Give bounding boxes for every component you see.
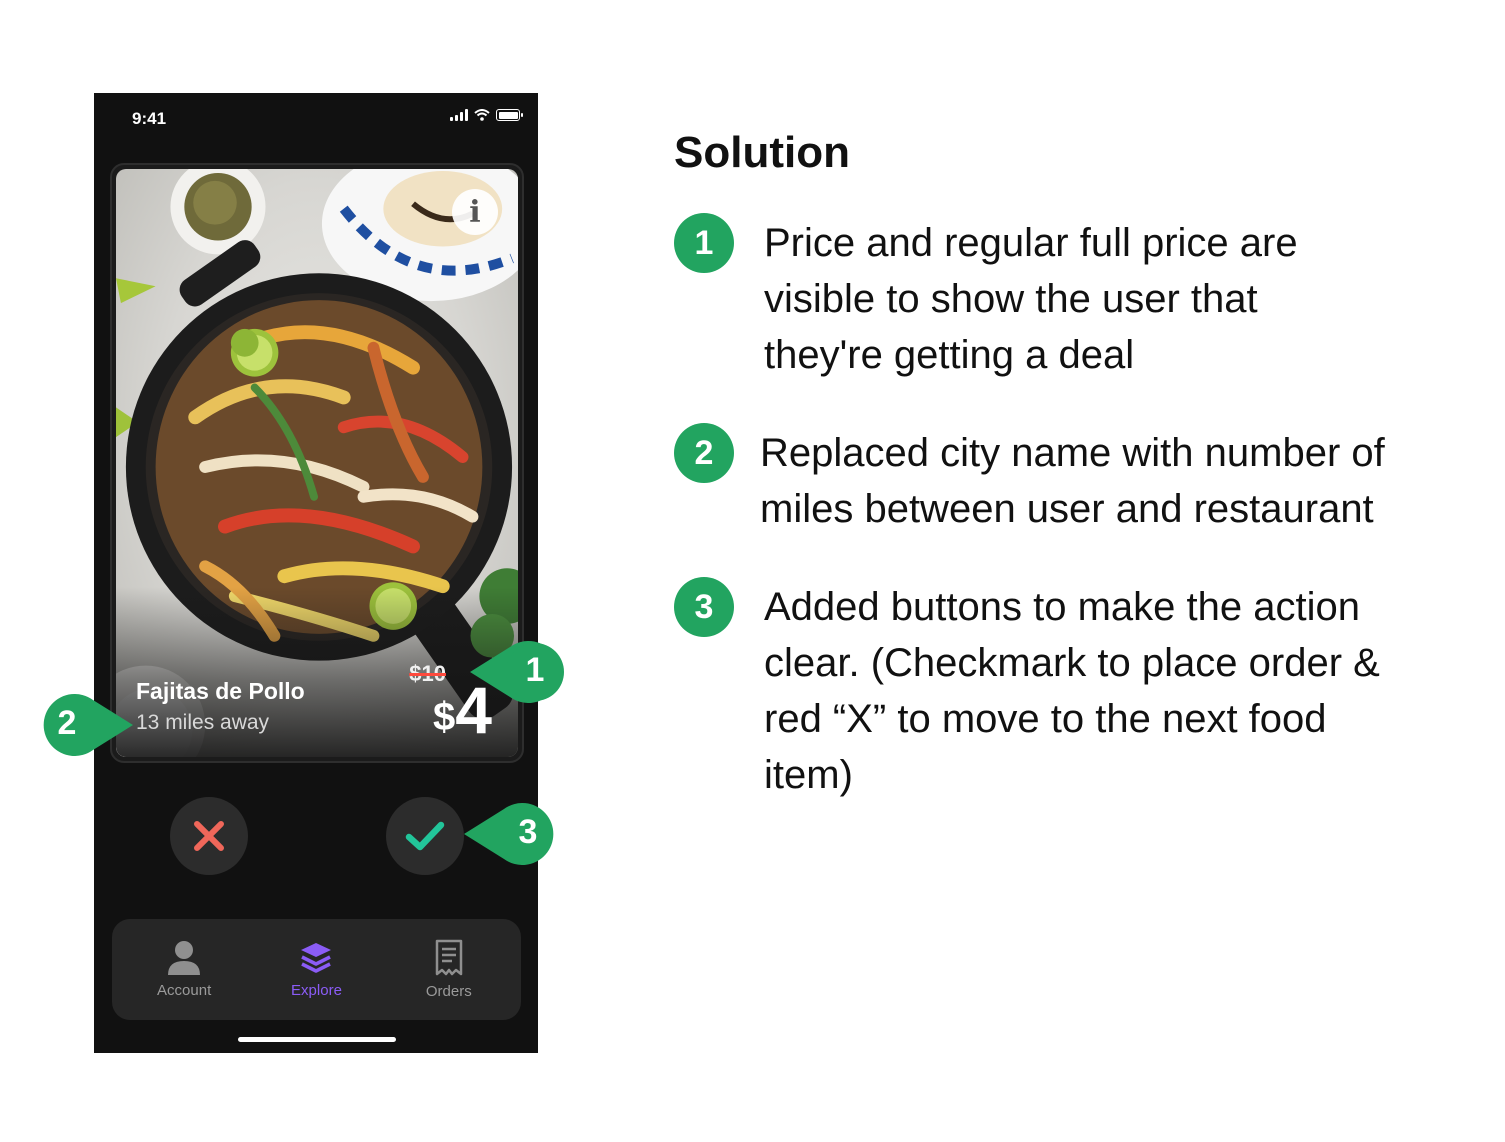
status-time: 9:41 <box>132 109 167 128</box>
point-line: red “X” to move to the next food <box>764 697 1327 741</box>
point-line: item) <box>764 753 853 797</box>
dish-name: Fajitas de Pollo <box>136 678 305 704</box>
tab-label-orders: Orders <box>425 983 472 1000</box>
wifi-icon <box>474 109 490 121</box>
home-indicator <box>238 1037 396 1042</box>
callout-number: 3 <box>518 813 538 851</box>
point-text: Replaced city name with number of miles … <box>760 425 1490 537</box>
dish-distance: 13 miles away <box>136 711 270 734</box>
point-text: Price and regular full price are visible… <box>764 215 1484 383</box>
tab-account[interactable]: Account <box>129 940 239 999</box>
person-icon <box>168 941 201 975</box>
point-line: Added buttons to make the action <box>764 585 1360 629</box>
point-badge: 2 <box>674 423 734 483</box>
point-badge: 3 <box>674 577 734 637</box>
info-button[interactable]: i <box>452 189 498 235</box>
check-icon <box>405 821 445 851</box>
tab-explore[interactable]: Explore <box>261 940 371 999</box>
point-line: they're getting a deal <box>764 333 1135 377</box>
tab-orders[interactable]: Orders <box>394 939 504 1000</box>
callout-pin-2: 2 <box>37 694 133 756</box>
point-line: clear. (Checkmark to place order & <box>764 641 1380 685</box>
callout-number: 2 <box>57 704 77 742</box>
info-icon: i <box>469 194 481 230</box>
accept-button[interactable] <box>386 797 464 875</box>
callout-pin-3: 3 <box>464 803 560 865</box>
tab-label-account: Account <box>157 982 212 999</box>
cellular-signal-icon <box>450 109 468 121</box>
x-icon <box>194 821 224 851</box>
point-line: Price and regular full price are <box>764 221 1298 265</box>
point-line: miles between user and restaurant <box>760 487 1374 531</box>
point-text: Added buttons to make the action clear. … <box>764 579 1484 803</box>
point-badge: 1 <box>674 213 734 273</box>
callout-number: 1 <box>525 651 545 689</box>
price-currency: $ <box>433 695 456 739</box>
tab-label-explore: Explore <box>291 982 342 999</box>
receipt-icon <box>435 939 463 976</box>
food-card[interactable]: i Fajitas de Pollo 13 miles away $10 $ 4 <box>110 163 524 763</box>
reject-button[interactable] <box>170 797 248 875</box>
point-line: Replaced city name with number of <box>760 431 1385 475</box>
callout-pin-1: 1 <box>470 641 566 703</box>
solution-title: Solution <box>674 128 850 177</box>
battery-icon <box>496 109 523 121</box>
point-line: visible to show the user that <box>764 277 1258 321</box>
layers-icon <box>301 943 332 973</box>
bottom-tab-bar: Account Explore Orders <box>112 919 521 1020</box>
status-icons <box>450 109 523 121</box>
phone-mockup: 9:41 i Fajitas de Pollo 13 miles away $1… <box>94 93 538 1053</box>
food-photo: i Fajitas de Pollo 13 miles away $10 $ 4 <box>116 169 518 757</box>
